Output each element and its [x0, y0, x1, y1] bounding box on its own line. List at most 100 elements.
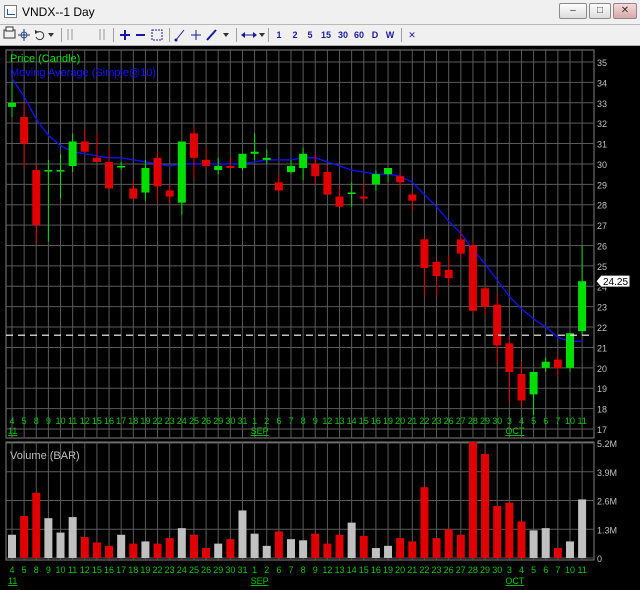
price-tick-label: 32	[597, 119, 607, 129]
price-panel-frame	[5, 49, 595, 439]
interval-week-button[interactable]: W	[383, 27, 397, 43]
date-tick-label: 19	[140, 416, 150, 426]
date-tick-label: 19	[383, 416, 393, 426]
close-button[interactable]: ✕	[613, 3, 637, 19]
pen-icon[interactable]	[206, 29, 217, 41]
interval-5-button[interactable]: 5	[303, 27, 317, 43]
fit-icon[interactable]	[151, 29, 163, 41]
volume-bar	[141, 541, 150, 558]
interval-1-button[interactable]: 1	[272, 27, 286, 43]
price-tick-label: 18	[597, 405, 607, 415]
volume-bar	[481, 454, 490, 558]
interval-60-button[interactable]: 60	[351, 27, 367, 43]
moving-average-line	[11, 77, 583, 342]
crosshair-icon[interactable]	[18, 29, 30, 41]
date-tick-label: 24	[177, 416, 187, 426]
dropdown-icon[interactable]	[259, 33, 265, 37]
date-tick-label: 25	[189, 416, 199, 426]
candle-body	[32, 170, 41, 226]
candle-body	[578, 281, 587, 332]
scroll-icon[interactable]	[241, 32, 257, 38]
date-tick-label: 22	[153, 416, 163, 426]
date-tick-label: 26	[201, 416, 211, 426]
dropdown-icon[interactable]	[48, 33, 54, 37]
price-tick-label: 29	[597, 180, 607, 190]
toolbar-separator	[401, 28, 402, 42]
candle-body	[541, 361, 550, 368]
date-tick-label: 6	[543, 565, 548, 575]
candle-body	[493, 304, 502, 346]
candle-body	[347, 192, 356, 194]
volume-bar	[456, 534, 465, 558]
month-label: OCT	[505, 426, 524, 436]
date-tick-label: 3	[507, 416, 512, 426]
volume-bar	[226, 539, 235, 558]
date-tick-label: 4	[9, 416, 14, 426]
dropdown-icon[interactable]	[223, 33, 229, 37]
date-tick-label: 27	[456, 416, 466, 426]
candle-body	[165, 190, 174, 197]
date-tick-label: 6	[276, 565, 281, 575]
price-tick-label: 26	[597, 242, 607, 252]
candle-body	[456, 239, 465, 254]
candle-body	[141, 168, 150, 193]
date-tick-label: 16	[104, 565, 114, 575]
price-tick-label: 31	[597, 140, 607, 150]
date-tick-label: 22	[419, 565, 429, 575]
volume-tick-label: 5.2M	[597, 439, 617, 449]
volume-bar	[408, 541, 417, 558]
month-label: OCT	[505, 576, 524, 586]
close-chart-button[interactable]: ✕	[405, 27, 419, 43]
zoom-in-icon[interactable]	[120, 30, 130, 40]
date-tick-label: 20	[395, 565, 405, 575]
pause-icon[interactable]	[67, 29, 105, 40]
interval-2-button[interactable]: 2	[288, 27, 302, 43]
date-tick-label: 4	[519, 565, 524, 575]
volume-bar	[32, 492, 41, 558]
candle-body	[371, 174, 380, 185]
volume-bar	[286, 539, 295, 558]
volume-bar	[432, 538, 441, 558]
print-icon[interactable]	[3, 26, 16, 39]
volume-bar	[444, 529, 453, 558]
date-tick-label: 31	[237, 416, 247, 426]
cross-icon[interactable]	[191, 30, 201, 40]
date-tick-label: 13	[335, 416, 345, 426]
volume-bar	[189, 534, 198, 558]
chart-canvas[interactable]: 1718192021222324252627282930313233343501…	[0, 46, 640, 590]
candle-body	[286, 165, 295, 173]
price-legend-label: Price (Candle)	[10, 53, 80, 65]
volume-bar	[347, 522, 356, 558]
maximize-button[interactable]: □	[589, 3, 611, 19]
volume-tick-label: 0	[597, 554, 602, 564]
volume-tick-label: 3.9M	[597, 468, 617, 478]
date-tick-label: 16	[371, 416, 381, 426]
draw-line-icon[interactable]	[174, 29, 185, 42]
candle-body	[250, 151, 259, 154]
volume-bar	[420, 487, 429, 558]
date-tick-label: 30	[225, 416, 235, 426]
date-tick-label: 26	[201, 565, 211, 575]
minimize-button[interactable]: –	[559, 3, 587, 19]
volume-bar	[238, 510, 247, 558]
date-tick-label: 5	[22, 565, 27, 575]
volume-bar	[468, 441, 477, 558]
volume-bar	[396, 538, 405, 558]
price-tick-label: 25	[597, 262, 607, 272]
date-tick-label: 19	[383, 565, 393, 575]
volume-bar	[541, 528, 550, 558]
price-tick-label: 34	[597, 78, 607, 88]
volume-bar	[68, 517, 77, 558]
date-tick-label: 11	[68, 565, 77, 575]
date-tick-label: 29	[480, 416, 490, 426]
date-tick-label: 8	[301, 565, 306, 575]
interval-30-button[interactable]: 30	[335, 27, 351, 43]
interval-day-button[interactable]: D	[368, 27, 382, 43]
price-tick-label: 21	[597, 343, 607, 353]
undo-icon[interactable]	[35, 30, 45, 41]
interval-15-button[interactable]: 15	[318, 27, 334, 43]
chart-area[interactable]: 1718192021222324252627282930313233343501…	[0, 46, 640, 590]
date-tick-label: 12	[322, 565, 332, 575]
date-tick-label: 18	[128, 565, 138, 575]
date-tick-label: 4	[9, 565, 14, 575]
